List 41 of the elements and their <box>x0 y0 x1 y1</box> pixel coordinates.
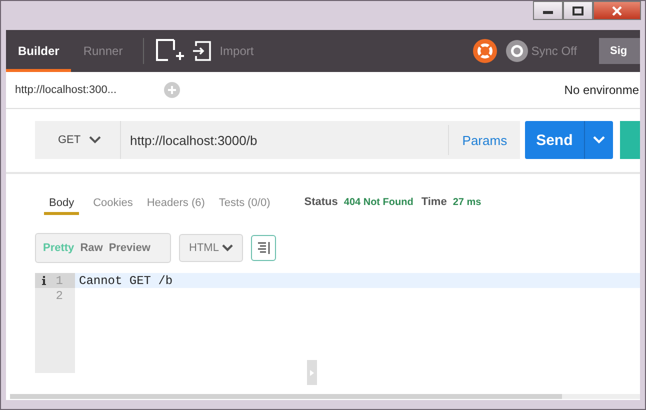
sync-icon[interactable] <box>505 39 530 63</box>
new-tab-icon[interactable] <box>154 38 184 64</box>
response-tab[interactable]: Tests (0/0) <box>218 191 270 215</box>
status-value: 404 Not Found <box>344 196 414 208</box>
wrap-lines-button[interactable] <box>251 235 276 261</box>
maximize-button[interactable] <box>563 1 593 20</box>
response-tab[interactable]: Body <box>44 191 80 215</box>
response-tab[interactable]: Cookies <box>93 191 133 215</box>
status-label: Status <box>304 196 338 208</box>
scrollbar-thumb[interactable] <box>10 394 562 399</box>
view-mode-tab[interactable]: Preview <box>106 242 154 254</box>
code-line: Cannot GET /b <box>79 274 173 288</box>
sign-in-button[interactable]: Sig <box>599 38 640 64</box>
params-button[interactable]: Params <box>448 125 520 155</box>
line-number: 2 <box>56 288 63 302</box>
time-value: 27 ms <box>452 196 482 208</box>
sync-status[interactable]: Sync Off <box>531 44 577 58</box>
format-dropdown[interactable]: HTML <box>179 234 243 262</box>
url-field[interactable]: http://localhost:3000/b <box>121 132 448 148</box>
time-label: Time <box>421 196 447 208</box>
send-options-button[interactable] <box>584 121 613 159</box>
caret-icon <box>593 136 606 144</box>
info-icon <box>42 276 47 285</box>
environment-selector[interactable]: No environme <box>564 83 639 97</box>
import-button[interactable]: Import <box>220 44 254 58</box>
line-number: 1 <box>56 274 63 288</box>
caret-icon <box>88 136 101 144</box>
response-tab[interactable]: Headers (6) <box>146 191 205 215</box>
minimize-button[interactable] <box>533 1 563 20</box>
wrap-lines-icon <box>256 242 270 254</box>
close-icon <box>611 6 623 16</box>
interceptor-icon[interactable] <box>472 38 498 64</box>
view-mode-tab[interactable]: Raw <box>77 242 106 254</box>
import-icon[interactable] <box>192 39 212 63</box>
maximize-icon <box>572 6 584 16</box>
nav-tab[interactable]: Runner <box>71 30 135 72</box>
caret-icon <box>222 244 233 252</box>
send-button[interactable]: Send <box>525 121 584 159</box>
close-button[interactable] <box>593 1 641 20</box>
method-dropdown[interactable]: GET <box>35 121 121 159</box>
panel-toggle-handle[interactable] <box>307 360 317 385</box>
